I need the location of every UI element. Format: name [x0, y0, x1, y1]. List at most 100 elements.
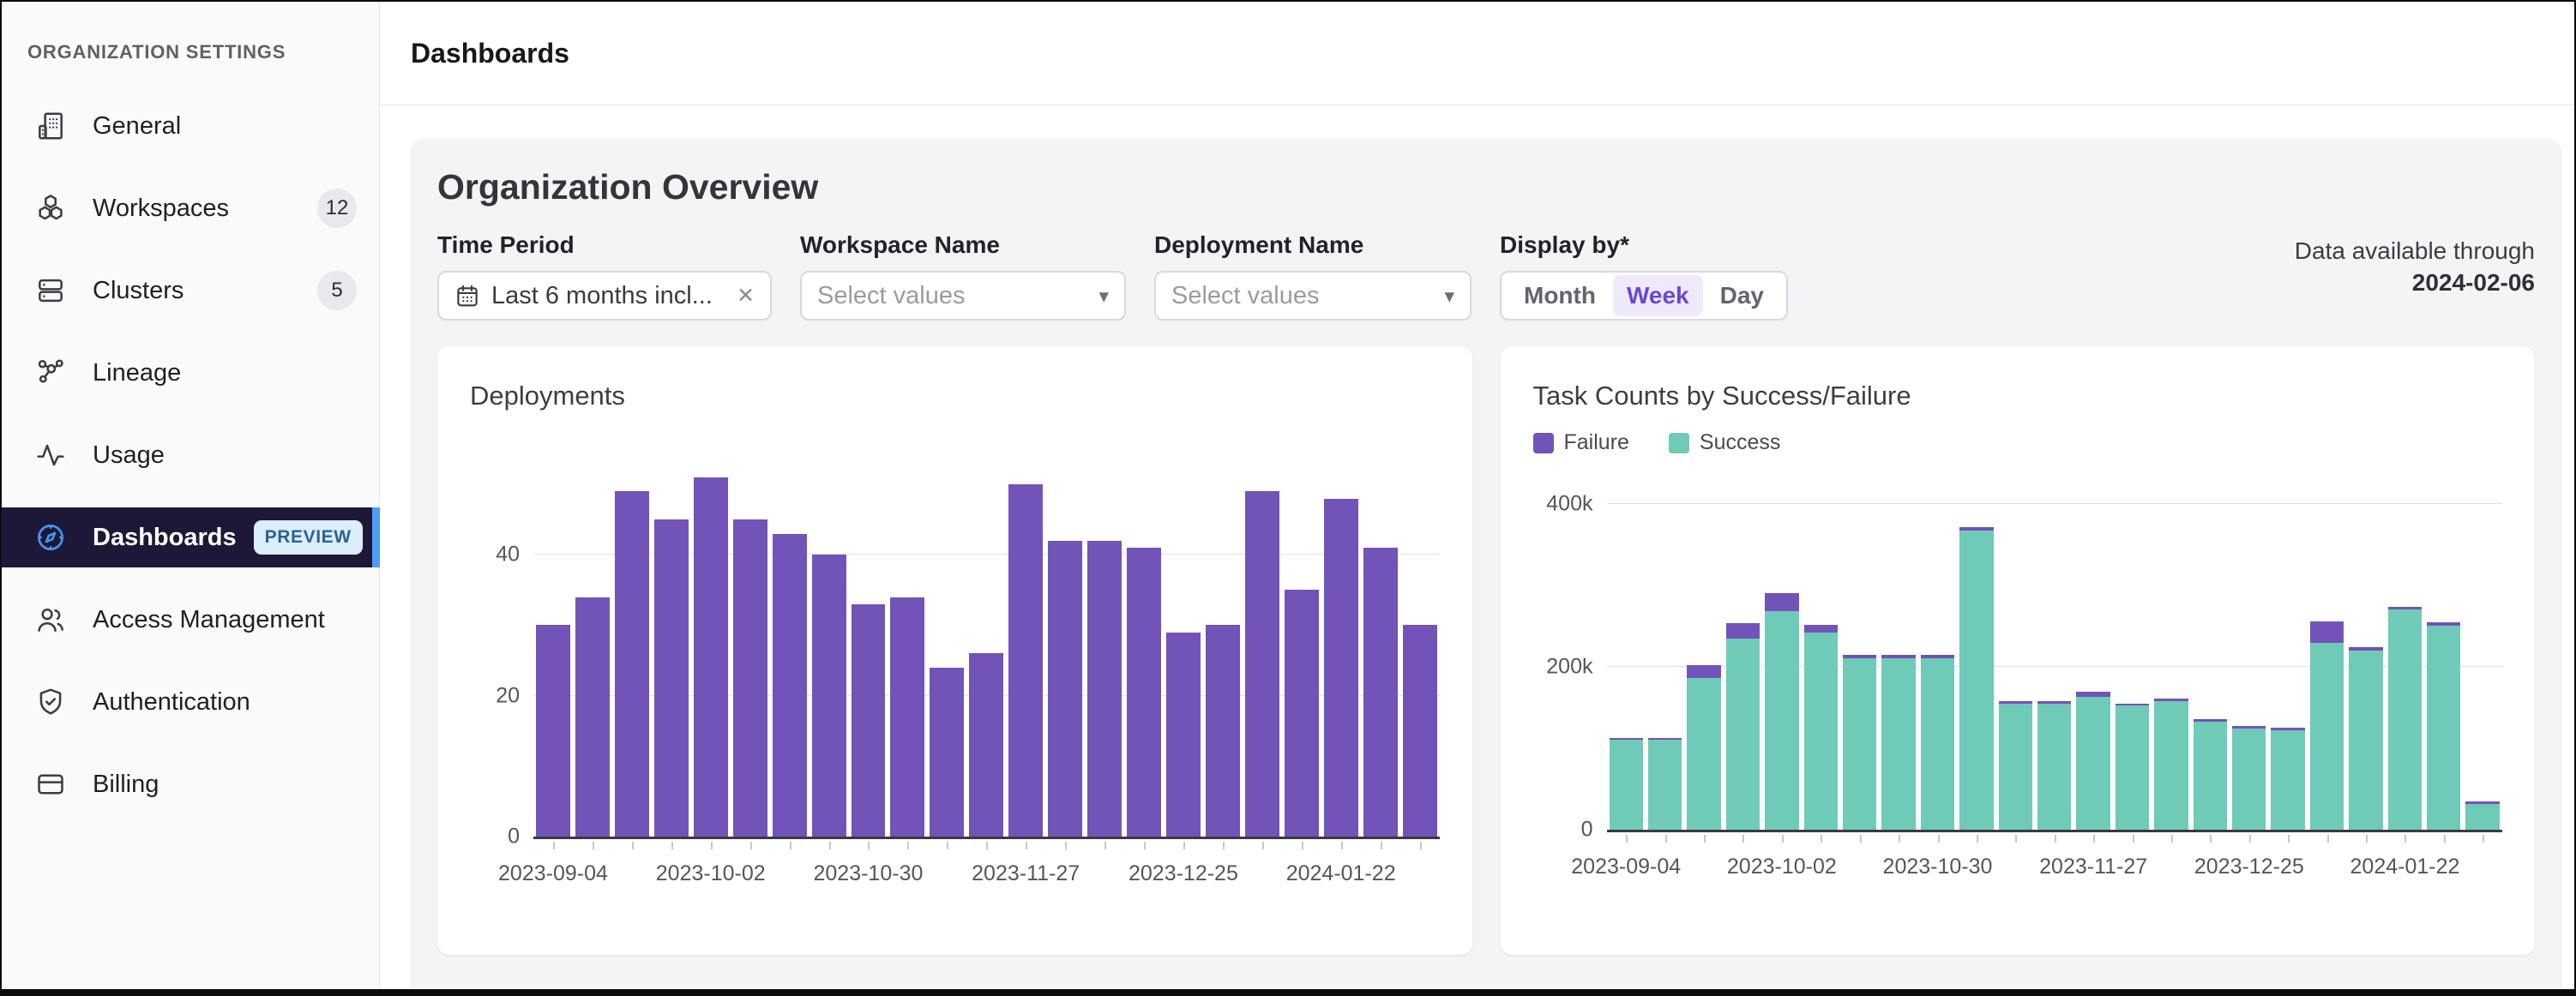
deployments-chart-title: Deployments: [470, 381, 1440, 411]
content-area: Organization Overview Time Period: [380, 105, 2574, 989]
workspace-name-label: Workspace Name: [800, 231, 1126, 259]
bar: [1282, 449, 1321, 837]
network-icon: [34, 357, 67, 389]
x-axis-label: 2023-10-02: [656, 861, 766, 886]
bar-segment-success: [2116, 705, 2149, 830]
credit-card-icon: [34, 768, 67, 801]
bar: [1164, 449, 1203, 837]
bar: [2113, 479, 2152, 830]
display-by-toggle: Month Week Day: [1500, 271, 1788, 321]
display-by-label: Display by*: [1500, 231, 1788, 259]
sidebar-item-general[interactable]: General: [2, 96, 379, 156]
x-axis-label: 2023-10-30: [813, 861, 923, 886]
bar: [1762, 479, 1801, 830]
caret-down-icon: ▾: [1444, 285, 1454, 308]
bar-segment-success: [1959, 531, 1993, 830]
bar-fill: [536, 625, 570, 837]
deployments-chart: 020402023-09-042023-10-022023-10-302023-…: [470, 449, 1440, 916]
bar-segment-success: [2232, 729, 2266, 830]
deployments-card: Deployments 020402023-09-042023-10-02202…: [437, 346, 1472, 955]
task-counts-chart: 0200k400k2023-09-042023-10-022023-10-302…: [1533, 479, 2503, 909]
sidebar-item-dashboards[interactable]: DashboardsPREVIEW: [2, 507, 379, 567]
y-axis-label: 0: [508, 825, 520, 849]
bar: [612, 449, 652, 837]
clear-filter-icon[interactable]: ✕: [728, 283, 755, 309]
x-axis-label: 2023-10-02: [1727, 855, 1837, 879]
sidebar-item-billing[interactable]: Billing: [2, 754, 379, 814]
x-tick: [1381, 842, 1382, 849]
bar: [691, 449, 731, 837]
workspace-name-select[interactable]: Select values ▾: [800, 271, 1126, 321]
bars: [533, 449, 1440, 837]
x-tick: [750, 842, 752, 849]
x-tick: [2055, 835, 2056, 843]
overview-title: Organization Overview: [437, 167, 2535, 207]
building-icon: [34, 110, 67, 142]
x-tick: [2093, 835, 2095, 843]
bar-fill: [1127, 548, 1161, 837]
bar-segment-success: [1726, 639, 1760, 830]
display-by-option-month[interactable]: Month: [1510, 275, 1610, 316]
bar: [2386, 479, 2424, 830]
sidebar-item-usage[interactable]: Usage: [2, 425, 379, 485]
page-header: Dashboards: [380, 2, 2574, 105]
bar-segment-success: [1804, 633, 1838, 830]
x-tick: [1341, 842, 1343, 849]
bar-fill: [1403, 625, 1437, 837]
sidebar-item-authentication[interactable]: Authentication: [2, 672, 379, 732]
task-counts-chart-title: Task Counts by Success/Failure: [1533, 381, 2503, 411]
bar: [1203, 449, 1243, 837]
active-item-indicator: [372, 507, 380, 567]
x-tick: [2366, 835, 2368, 843]
x-tick: [1065, 842, 1067, 849]
deployment-name-filter: Deployment Name Select values ▾: [1154, 231, 1472, 321]
deployment-name-select[interactable]: Select values ▾: [1154, 271, 1472, 321]
x-tick: [1742, 835, 1744, 843]
bar: [849, 449, 888, 837]
sidebar-item-label: Billing: [93, 771, 159, 799]
bar-fill: [812, 555, 846, 837]
bar-segment-success: [1765, 611, 1798, 830]
display-by-filter: Display by* Month Week Day: [1500, 231, 1788, 321]
sidebar-item-lineage[interactable]: Lineage: [2, 343, 379, 403]
bar: [1802, 479, 1840, 830]
bar: [2230, 479, 2268, 830]
x-tick: [1183, 842, 1185, 849]
x-tick: [1977, 835, 1978, 843]
sidebar-item-workspaces[interactable]: Workspaces12: [2, 178, 379, 238]
bar-fill: [1166, 633, 1201, 837]
bar: [1045, 449, 1085, 837]
x-tick: [1665, 835, 1667, 843]
bar: [1124, 449, 1164, 837]
x-tick: [1302, 842, 1303, 849]
caret-down-icon: ▾: [1098, 285, 1109, 308]
bar-segment-success: [2349, 651, 2382, 830]
x-tick: [1026, 842, 1027, 849]
bar: [1607, 479, 1646, 830]
time-period-filter: Time Period: [437, 231, 772, 321]
x-tick: [2210, 835, 2212, 843]
bar-fill: [1245, 491, 1279, 837]
display-by-option-week[interactable]: Week: [1613, 275, 1703, 316]
x-tick: [1262, 842, 1264, 849]
bar: [731, 449, 770, 837]
y-axis-label: 20: [496, 683, 520, 708]
display-by-option-day[interactable]: Day: [1706, 275, 1778, 316]
x-tick: [1144, 842, 1146, 849]
bar: [1957, 479, 1995, 830]
bar: [770, 449, 810, 837]
x-tick: [711, 842, 713, 849]
x-tick: [2327, 835, 2329, 843]
time-period-input[interactable]: Last 6 months incl... ✕: [437, 271, 772, 321]
x-tick: [553, 842, 555, 849]
x-axis-label: 2023-11-27: [972, 861, 1080, 886]
x-tick: [593, 842, 594, 849]
y-axis-label: 400k: [1546, 491, 1592, 516]
sidebar-item-clusters[interactable]: Clusters5: [2, 261, 379, 321]
bar: [1243, 449, 1282, 837]
plot-area: 0200k400k: [1607, 479, 2503, 832]
bar-fill: [733, 519, 767, 837]
x-axis-label: 2023-12-25: [2194, 855, 2304, 879]
sidebar-item-access-management[interactable]: Access Management: [2, 590, 379, 650]
bar-fill: [1048, 541, 1082, 837]
